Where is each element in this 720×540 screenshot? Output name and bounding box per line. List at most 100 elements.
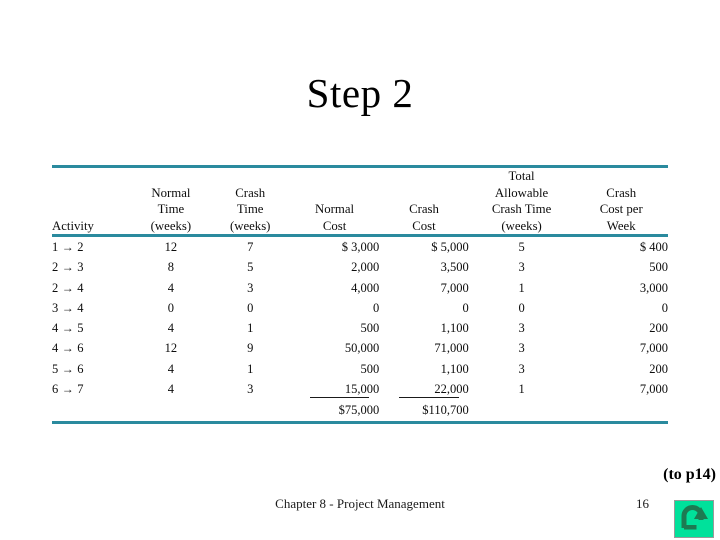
arrow-right-icon: → [61,300,75,315]
arrow-right-icon: → [61,260,75,275]
footer-chapter-label: Chapter 8 - Project Management [275,496,445,511]
arrow-right-icon: → [61,280,75,295]
cell-activity: 6 → 7 [52,379,131,399]
cell-empty [469,399,575,421]
cell-activity: 3 → 4 [52,298,131,318]
cell-total-allowable-crash-time: 1 [518,382,525,397]
arrow-right-icon: → [61,321,75,336]
cell-crash-cost-per-week: 0 [661,300,668,315]
reference-note: (to p14) [663,466,716,483]
table-body: 1 → 2 12 7 $ 3,000 $ 5,000 5 $ 400 2 → 3 8 5 2,000 3,50… [52,237,668,421]
cell-crash-cost-per-week: 200 [649,321,668,336]
slide-canvas: Step 2 Activity Normal Time (weeks) Cras… [0,0,720,540]
cell-empty [211,399,290,421]
cell-normal-time: 12 [164,341,178,356]
column-header-crash-cost: Crash Cost [409,202,439,233]
crash-cost-table-block: Activity Normal Time (weeks) Crash Time … [52,165,668,425]
arrow-right-icon: → [61,382,75,397]
cell-normal-cost: $ 3,000 [341,240,380,254]
arrow-right-icon: → [61,240,75,254]
cell-normal-time: 4 [167,321,175,336]
cell-activity: 2 → 3 [52,257,131,277]
cell-normal-time: 8 [167,260,175,275]
cell-crash-cost: 71,000 [434,341,469,356]
table-bottom-rule [52,421,668,425]
cell-normal-cost: 0 [373,300,380,315]
footer-page-number: 16 [636,496,649,511]
cell-crash-cost-per-week: 7,000 [639,341,668,356]
cell-normal-cost: 2,000 [351,260,380,275]
cell-activity: 4 → 5 [52,318,131,338]
cell-normal-cost: 4,000 [351,280,380,295]
cell-normal-time: 4 [167,382,175,397]
cell-total-normal-cost: $75,000 [338,403,380,418]
cell-normal-cost: 50,000 [344,341,380,356]
cell-crash-cost: 3,500 [440,260,469,275]
cell-crash-cost: 22,000 [379,379,469,399]
cell-activity: 5 → 6 [52,359,131,379]
table-header-row: Activity Normal Time (weeks) Crash Time … [52,168,668,234]
column-header-total-allowable-crash-time: Total Allowable Crash Time (weeks) [491,169,552,233]
cell-crash-time: 1 [247,361,254,376]
cell-total-allowable-crash-time: 0 [518,300,525,315]
crash-cost-table: Activity Normal Time (weeks) Crash Time … [52,168,668,234]
cell-crash-time: 1 [247,321,254,336]
table-row: 5 → 6 4 1 500 1,100 3 200 [52,359,668,379]
column-header-normal-time: Normal Time (weeks) [150,185,192,233]
cell-crash-cost-per-week: 500 [649,260,668,275]
table-row: 3 → 4 0 0 0 0 0 0 [52,298,668,318]
table-row: 4 → 6 12 9 50,000 71,000 3 7,000 [52,338,668,358]
cell-empty [52,399,131,421]
cell-total-allowable-crash-time: 3 [518,260,525,275]
cell-crash-time: 9 [247,341,254,356]
cell-total-allowable-crash-time: 5 [518,240,525,254]
crash-cost-table-body: 1 → 2 12 7 $ 3,000 $ 5,000 5 $ 400 2 → 3 8 5 2,000 3,50… [52,237,668,421]
cell-activity: 1 → 2 [52,237,131,257]
page-title: Step 2 [306,70,414,116]
table-row: 4 → 5 4 1 500 1,100 3 200 [52,318,668,338]
cell-empty [574,399,668,421]
cell-crash-time: 0 [247,300,254,315]
cell-crash-cost: 7,000 [440,280,469,295]
column-header-crash-time: Crash Time (weeks) [229,185,271,233]
u-turn-arrow-icon [681,505,708,530]
cell-crash-cost: 1,100 [440,361,469,376]
cell-total-allowable-crash-time: 3 [518,321,525,336]
cell-crash-cost-per-week: 7,000 [639,382,668,397]
cell-crash-cost: 1,100 [440,321,469,336]
cell-normal-cost: 15,000 [290,379,379,399]
cell-crash-time: 7 [247,240,254,254]
cell-normal-time: 4 [167,280,175,295]
table-row: 1 → 2 12 7 $ 3,000 $ 5,000 5 $ 400 [52,237,668,257]
cell-total-allowable-crash-time: 3 [518,341,525,356]
cell-total-crash-cost: $110,700 [422,403,469,418]
cell-empty [131,399,210,421]
column-header-crash-cost-per-week: Crash Cost per Week [599,185,643,233]
cell-normal-time: 12 [164,240,178,254]
cell-normal-time: 4 [167,361,175,376]
cell-activity: 2 → 4 [52,278,131,298]
return-navigation-button[interactable] [674,500,714,538]
cell-activity: 4 → 6 [52,338,131,358]
cell-total-allowable-crash-time: 1 [518,280,525,295]
cell-crash-cost-per-week: 3,000 [639,280,668,295]
arrow-right-icon: → [61,361,75,376]
table-row: 2 → 3 8 5 2,000 3,500 3 500 [52,257,668,277]
cell-normal-cost: 500 [360,321,380,336]
cell-crash-cost-per-week: $ 400 [639,240,668,254]
column-header-activity: Activity [52,218,94,233]
cell-crash-time: 5 [247,260,254,275]
cell-crash-time: 3 [247,280,254,295]
table-totals-row: $75,000 $110,700 [52,399,668,421]
column-header-normal-cost: Normal Cost [315,202,355,233]
cell-crash-cost: $ 5,000 [431,240,469,254]
table-header: Activity Normal Time (weeks) Crash Time … [52,168,668,234]
table-row: 2 → 4 4 3 4,000 7,000 1 3,000 [52,278,668,298]
table-row: 6 → 7 4 3 15,000 22,000 1 7,000 [52,379,668,399]
cell-crash-time: 3 [247,382,254,397]
cell-crash-cost: 0 [462,300,469,315]
cell-normal-time: 0 [167,300,175,315]
cell-normal-cost: 500 [360,361,380,376]
cell-crash-cost-per-week: 200 [649,361,668,376]
cell-total-allowable-crash-time: 3 [518,361,525,376]
